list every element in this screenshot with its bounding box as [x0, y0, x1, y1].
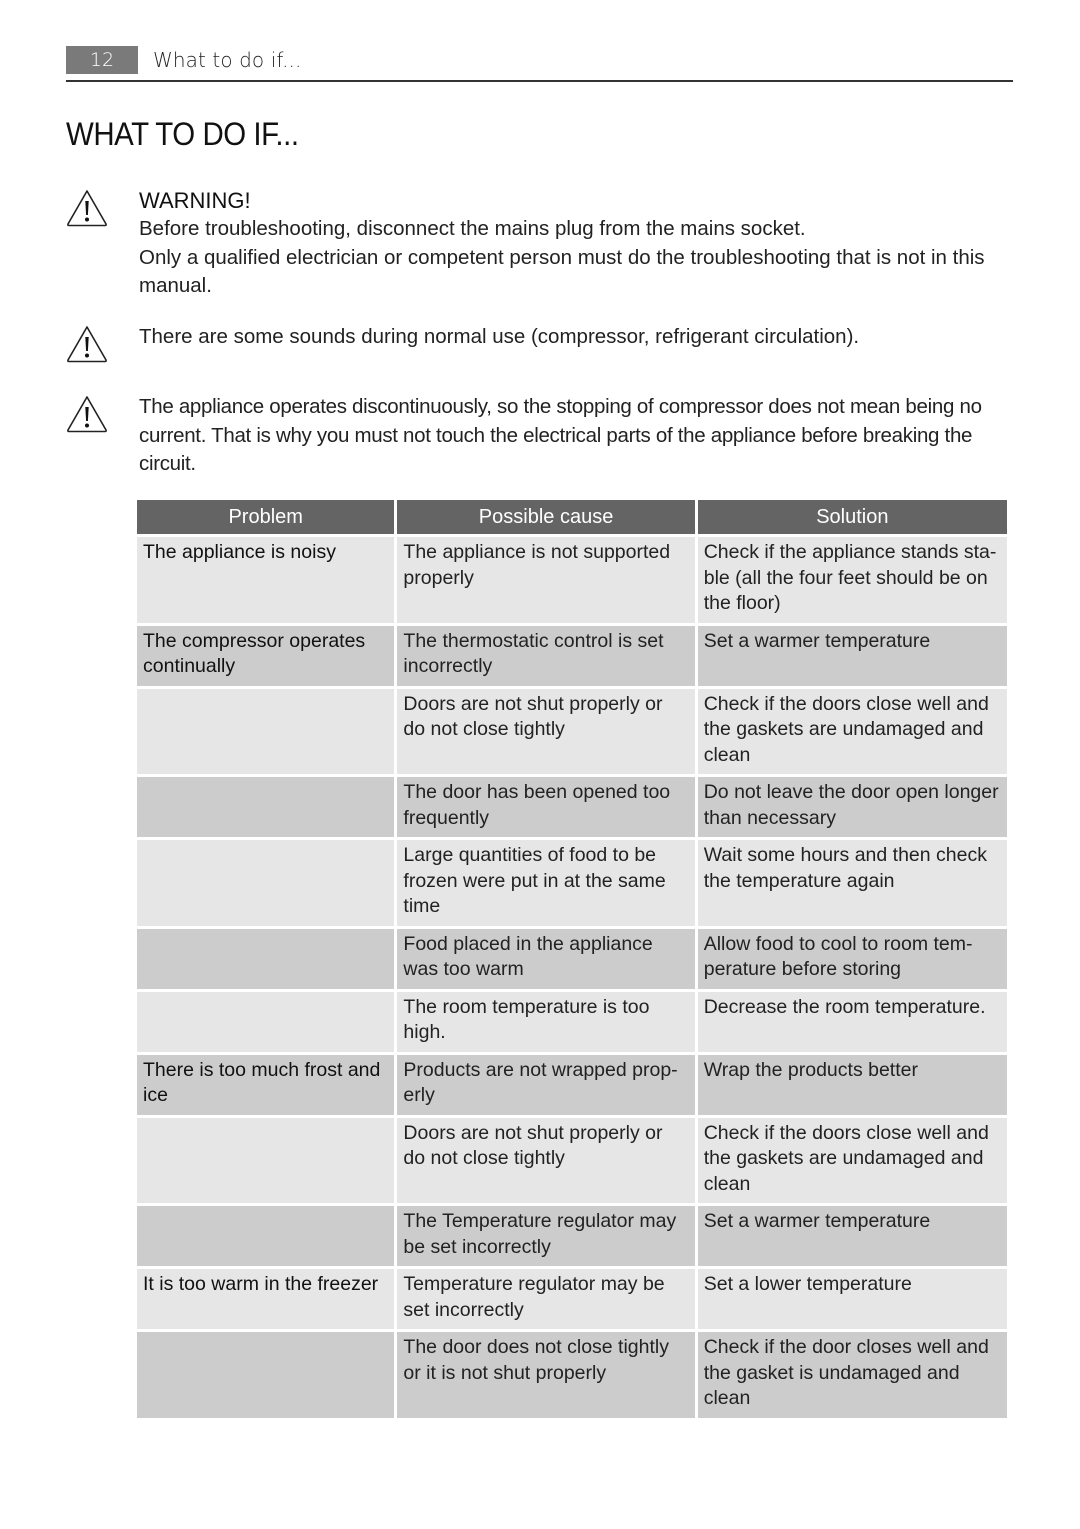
troubleshooting-table: Problem Possible cause Solution The appl… [134, 497, 1010, 1421]
problem-cell [137, 688, 395, 774]
problem-cell: There is too much frost and ice [137, 1054, 395, 1115]
problem-cell [137, 1332, 395, 1418]
table-row: Doors are not shut properly or do not cl… [137, 1117, 1007, 1203]
problem-cell [137, 777, 395, 837]
problem-cell: It is too warm in the freezer [137, 1269, 395, 1329]
warning-line: Before troubleshooting, disconnect the m… [139, 217, 806, 240]
solution-cell: Set a warmer temperature [697, 1206, 1007, 1266]
warning-triangle-icon [67, 190, 107, 227]
cause-cell: The appliance is not supported properly [397, 537, 695, 623]
solution-cell: Allow food to cool to room tem­perature … [697, 928, 1007, 989]
warning-text: There are some sounds during normal use … [139, 323, 1019, 352]
warning-line: The appliance operates discontinuously, … [139, 395, 982, 475]
problem-cell [137, 1206, 395, 1266]
cause-cell: The Temperature regulator may be set inc… [397, 1206, 695, 1266]
cause-cell: The room temperature is too high. [397, 991, 695, 1052]
solution-cell: Decrease the room temperature. [697, 991, 1007, 1052]
problem-cell: The appliance is noisy [137, 537, 395, 623]
warning-triangle-icon [67, 396, 107, 433]
cause-cell: The thermostatic control is set incorrec… [397, 625, 695, 686]
solution-cell: Check if the doors close well and the ga… [697, 1117, 1007, 1203]
table-row: The door has been opened too frequently D… [137, 777, 1007, 837]
table-row: Food placed in the appliance was too war… [137, 928, 1007, 989]
warning-text: WARNING! Before troubleshooting, disconn… [139, 187, 1019, 301]
cause-cell: Doors are not shut properly or do not cl… [397, 688, 695, 774]
cause-cell: Temperature regulator may be set incorre… [397, 1269, 695, 1329]
problem-cell [137, 991, 395, 1052]
warning-text: The appliance operates discontinuously, … [139, 393, 1019, 479]
solution-cell: Set a warmer temperature [697, 625, 1007, 686]
cause-cell: The door has been opened too frequently [397, 777, 695, 837]
problem-cell: The compressor operates continually [137, 625, 395, 686]
table-row: The compressor operates continually The t… [137, 625, 1007, 686]
solution-cell: Wrap the products better [697, 1054, 1007, 1115]
warning-line: Only a qualified electrician or competen… [139, 245, 985, 298]
table-row: There is too much frost and ice Products … [137, 1054, 1007, 1115]
table-row: Doors are not shut properly or do not cl… [137, 688, 1007, 774]
cause-cell: Doors are not shut properly or do not cl… [397, 1117, 695, 1203]
problem-cell [137, 1117, 395, 1203]
table-row: The door does not close tightly or it is… [137, 1332, 1007, 1418]
table-row: The room temperature is too high. Decreas… [137, 991, 1007, 1052]
cause-cell: Products are not wrapped prop­erly [397, 1054, 695, 1115]
problem-cell [137, 928, 395, 989]
page-title: WHAT TO DO IF... [66, 116, 299, 152]
table-row: Large quantities of food to be frozen we… [137, 840, 1007, 926]
cause-cell: Food placed in the appliance was too war… [397, 928, 695, 989]
column-header-problem: Problem [137, 500, 395, 534]
table-row: The appliance is noisy The appliance is n… [137, 537, 1007, 623]
solution-cell: Check if the door closes well and the ga… [697, 1332, 1007, 1418]
table-header-row: Problem Possible cause Solution [137, 500, 1007, 534]
solution-cell: Wait some hours and then check the tempe… [697, 840, 1007, 926]
cause-cell: The door does not close tightly or it is… [397, 1332, 695, 1418]
warning-heading: WARNING! [139, 188, 251, 213]
column-header-cause: Possible cause [397, 500, 695, 534]
table-row: The Temperature regulator may be set inc… [137, 1206, 1007, 1266]
solution-cell: Do not leave the door open lon­ger than … [697, 777, 1007, 837]
column-header-solution: Solution [697, 500, 1007, 534]
cause-cell: Large quantities of food to be frozen we… [397, 840, 695, 926]
table-row: It is too warm in the freezer Temperature… [137, 1269, 1007, 1329]
solution-cell: Check if the doors close well and the ga… [697, 688, 1007, 774]
solution-cell: Set a lower temperature [697, 1269, 1007, 1329]
solution-cell: Check if the appliance stands sta­ble (a… [697, 537, 1007, 623]
warning-triangle-icon [67, 326, 107, 363]
problem-cell [137, 840, 395, 926]
warning-line: There are some sounds during normal use … [139, 325, 860, 348]
page-number: 12 [66, 46, 138, 74]
running-title: What to do if... [153, 48, 302, 72]
running-header: 12 What to do if... [66, 46, 1013, 82]
